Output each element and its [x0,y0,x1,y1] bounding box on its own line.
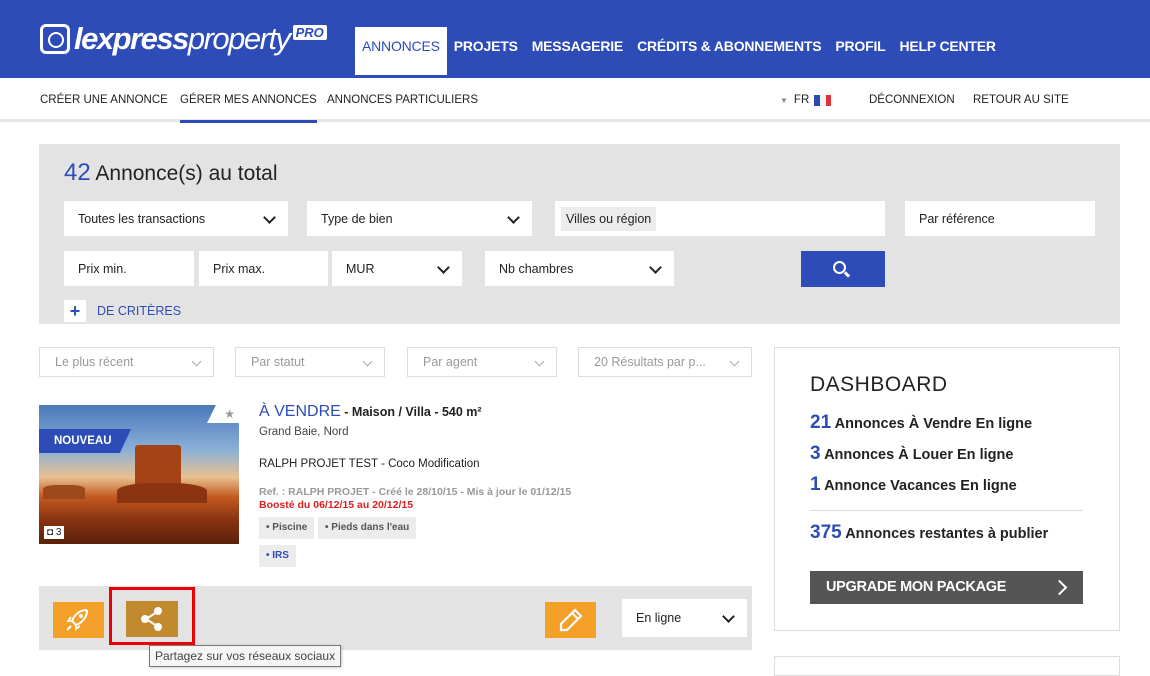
france-flag-icon [814,94,832,106]
nav-help-center[interactable]: HELP CENTER [893,27,1003,75]
chevron-down-icon [729,356,740,367]
share-tooltip: Partagez sur vos réseaux sociaux [149,645,342,667]
chevron-down-icon [722,610,735,623]
listing-location: Grand Baie, Nord [259,426,349,438]
top-bar: lexpressproperty PRO ANNONCES PROJETS ME… [0,0,1150,78]
listing-owner: RALPH PROJET TEST - Coco Modification [259,458,480,470]
camera-icon: ◘ [47,527,54,538]
chevron-down-icon [649,261,662,274]
reference-input[interactable]: Par référence [905,201,1095,236]
more-criteria-link[interactable]: DE CRITÈRES [97,304,181,318]
subnav-gerer[interactable]: GÉRER MES ANNONCES [180,94,317,123]
caret-down-icon: ▼ [780,95,788,105]
chevron-down-icon [534,356,545,367]
chevron-down-icon [263,211,276,224]
logout-link[interactable]: DÉCONNEXION [869,94,955,106]
nav-profil[interactable]: PROFIL [828,27,892,75]
agent-filter-select[interactable]: Par agent [407,347,557,377]
chevron-down-icon [437,261,450,274]
price-min-input[interactable]: Prix min. [64,251,194,286]
listing-status-select[interactable]: En ligne [622,599,747,637]
listing-meta: Ref. : RALPH PROJET - Créé le 28/10/15 -… [259,486,572,498]
listing-photo[interactable]: NOUVEAU ★ ◘ 3 [39,405,239,544]
tag-pieds-dans-leau: • Pieds dans l'eau [318,517,417,539]
sub-nav: CRÉER UNE ANNONCE GÉRER MES ANNONCES ANN… [0,78,1150,123]
rocket-icon [66,608,89,631]
logo-pro-badge: PRO [292,24,327,40]
listing-boost: Boosté du 06/12/15 au 20/12/15 [259,499,414,511]
nav-annonces[interactable]: ANNONCES [355,27,447,75]
nav-credits[interactable]: CRÉDITS & ABONNEMENTS [630,27,828,75]
boost-button[interactable] [53,602,104,638]
chevron-right-icon [1051,579,1068,596]
status-filter-select[interactable]: Par statut [235,347,385,377]
listing-title[interactable]: À VENDRE - Maison / Villa - 540 m² [259,403,482,421]
currency-select[interactable]: MUR [332,251,462,286]
secondary-panel [774,656,1120,676]
search-button[interactable] [801,251,885,287]
dashboard-row-louer: 3 Annonces À Louer En ligne [810,443,1014,464]
bedrooms-select[interactable]: Nb chambres [485,251,674,286]
subnav-particuliers[interactable]: ANNONCES PARTICULIERS [327,94,478,106]
dashboard-title: DASHBOARD [810,373,948,396]
sort-select[interactable]: Le plus récent [39,347,214,377]
logo[interactable]: lexpressproperty PRO [40,18,327,60]
more-criteria-plus-icon[interactable]: + [64,300,86,322]
divider [810,510,1083,511]
tag-irs: • IRS [259,545,296,567]
logo-icon [40,24,70,54]
city-region-input[interactable]: Villes ou région [555,201,885,236]
share-button[interactable] [126,601,178,637]
photo-count: ◘ 3 [44,526,65,539]
transactions-select[interactable]: Toutes les transactions [64,201,288,236]
chevron-down-icon [191,356,202,367]
chevron-down-icon [507,211,520,224]
dashboard-row-vendre: 21 Annonces À Vendre En ligne [810,412,1033,433]
results-per-page-select[interactable]: 20 Résultats par p... [578,347,752,377]
search-panel: 42 Annonce(s) au total Toutes les transa… [39,144,1120,324]
language-label: FR [793,94,810,106]
subnav-creer[interactable]: CRÉER UNE ANNONCE [40,94,168,106]
tag-piscine: • Piscine [259,517,315,539]
language-selector[interactable]: ▼ FR [780,94,832,106]
new-badge: NOUVEAU [39,429,131,453]
main-nav: ANNONCES PROJETS MESSAGERIE CRÉDITS & AB… [355,27,1003,75]
logo-light: property [187,21,291,56]
chevron-down-icon [362,356,373,367]
dashboard-row-vacances: 1 Annonce Vacances En ligne [810,474,1017,495]
price-max-input[interactable]: Prix max. [199,251,328,286]
back-to-site-link[interactable]: RETOUR AU SITE [973,94,1069,106]
upgrade-package-button[interactable]: UPGRADE MON PACKAGE [810,571,1083,604]
nav-messagerie[interactable]: MESSAGERIE [525,27,630,75]
nav-projets[interactable]: PROJETS [447,27,525,75]
property-type-select[interactable]: Type de bien [307,201,532,236]
logo-main: lexpress [74,21,189,56]
star-icon[interactable]: ★ [207,405,239,423]
dashboard-panel: DASHBOARD 21 Annonces À Vendre En ligne … [774,347,1120,631]
pencil-icon [559,608,583,632]
listings-total: 42 Annonce(s) au total [64,159,278,186]
search-icon [833,261,846,274]
edit-button[interactable] [545,602,596,638]
share-icon [141,607,162,631]
dashboard-remaining: 375 Annonces restantes à publier [810,522,1049,543]
